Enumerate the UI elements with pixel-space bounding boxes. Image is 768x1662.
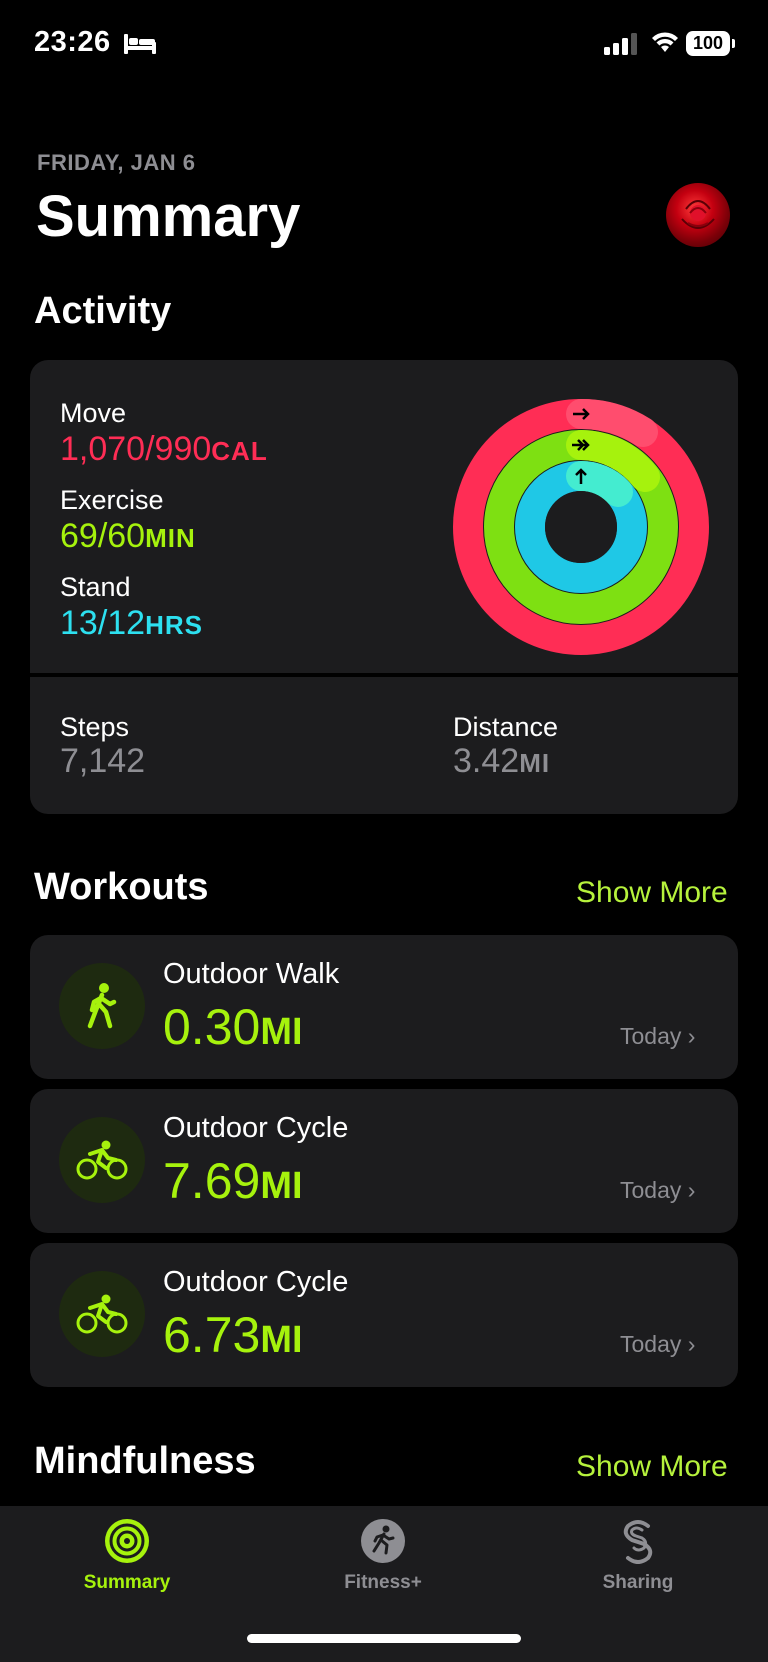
- workout-distance-unit: MI: [260, 1319, 303, 1361]
- workout-distance-number: 7.69: [163, 1153, 261, 1209]
- workout-icon-badge: [59, 1271, 145, 1357]
- status-time: 23:26: [34, 26, 111, 58]
- walk-icon: [87, 983, 117, 1029]
- header-date: FRIDAY, JAN 6: [37, 150, 196, 175]
- workout-icon-badge: [59, 963, 145, 1049]
- workout-date: Today ›: [620, 1023, 695, 1050]
- move-value: 1,070/990CAL: [60, 430, 268, 469]
- activity-rings[interactable]: [452, 398, 710, 656]
- move-value-number: 1,070/990: [60, 430, 212, 468]
- mindfulness-section-title: Mindfulness: [34, 1440, 256, 1482]
- steps-value: 7,142: [60, 742, 146, 780]
- chevron-right-icon: ›: [687, 1331, 696, 1357]
- workout-date-text: Today: [620, 1023, 682, 1049]
- battery-indicator: 100: [686, 31, 730, 56]
- summary-rings-icon: [105, 1519, 149, 1563]
- workout-distance: 6.73MI: [163, 1306, 303, 1364]
- cellular-signal-icon: [604, 33, 637, 55]
- profile-avatar[interactable]: [666, 183, 730, 247]
- fitness-runner-icon: [361, 1519, 405, 1563]
- distance-value-number: 3.42: [453, 742, 520, 780]
- workouts-section-title: Workouts: [34, 866, 209, 908]
- tab-fitness-plus[interactable]: Fitness+: [293, 1518, 473, 1594]
- steps-label: Steps: [60, 712, 130, 742]
- stand-ring-overlap: [566, 461, 633, 507]
- move-value-unit: CAL: [211, 436, 268, 466]
- distance-label: Distance: [453, 712, 559, 742]
- workout-date: Today ›: [620, 1177, 695, 1204]
- chevron-right-icon: ›: [687, 1177, 696, 1203]
- exercise-value-unit: MIN: [145, 523, 196, 553]
- mindfulness-show-more-link[interactable]: Show More: [576, 1450, 728, 1484]
- workout-date-text: Today: [620, 1177, 682, 1203]
- rings-center: [545, 491, 617, 563]
- workout-distance-unit: MI: [260, 1165, 303, 1207]
- cycle-icon: [76, 1294, 128, 1334]
- stand-value-unit: HRS: [145, 610, 203, 640]
- wifi-icon: [652, 32, 678, 52]
- move-label: Move: [60, 398, 127, 428]
- sleep-bed-icon: [124, 34, 156, 54]
- workout-distance: 7.69MI: [163, 1152, 303, 1210]
- tab-sharing-label: Sharing: [602, 1572, 674, 1593]
- distance-value-unit: MI: [519, 748, 551, 778]
- workout-name: Outdoor Cycle: [163, 1266, 349, 1298]
- move-ring-overlap: [566, 398, 658, 447]
- stand-value-number: 13/12: [60, 604, 146, 642]
- exercise-value-number: 69/60: [60, 517, 146, 555]
- chevron-right-icon: ›: [687, 1023, 696, 1049]
- activity-section-title: Activity: [34, 290, 172, 332]
- workout-distance-unit: MI: [260, 1011, 303, 1053]
- workout-icon-badge: [59, 1117, 145, 1203]
- page-title: Summary: [36, 184, 301, 249]
- tab-sharing[interactable]: Sharing: [548, 1518, 728, 1594]
- workout-date: Today ›: [620, 1331, 695, 1358]
- tab-fitness-plus-label: Fitness+: [344, 1572, 422, 1593]
- workouts-show-more-link[interactable]: Show More: [576, 876, 728, 910]
- rose-image: [681, 200, 715, 229]
- battery-tip: [732, 39, 735, 48]
- exercise-value: 69/60MIN: [60, 517, 196, 556]
- sharing-icon: [623, 1520, 653, 1564]
- stand-label: Stand: [60, 572, 131, 602]
- workout-date-text: Today: [620, 1331, 682, 1357]
- workout-name: Outdoor Walk: [163, 958, 340, 990]
- distance-value: 3.42MI: [453, 742, 550, 781]
- workout-distance: 0.30MI: [163, 998, 303, 1056]
- tab-summary-label: Summary: [83, 1572, 171, 1593]
- activity-divider: [30, 673, 738, 677]
- stand-value: 13/12HRS: [60, 604, 203, 643]
- workout-distance-number: 6.73: [163, 1307, 261, 1363]
- workout-name: Outdoor Cycle: [163, 1112, 349, 1144]
- home-indicator[interactable]: [247, 1634, 521, 1643]
- workout-distance-number: 0.30: [163, 999, 261, 1055]
- cycle-icon: [76, 1140, 128, 1180]
- exercise-label: Exercise: [60, 485, 164, 515]
- tab-summary[interactable]: Summary: [37, 1518, 217, 1594]
